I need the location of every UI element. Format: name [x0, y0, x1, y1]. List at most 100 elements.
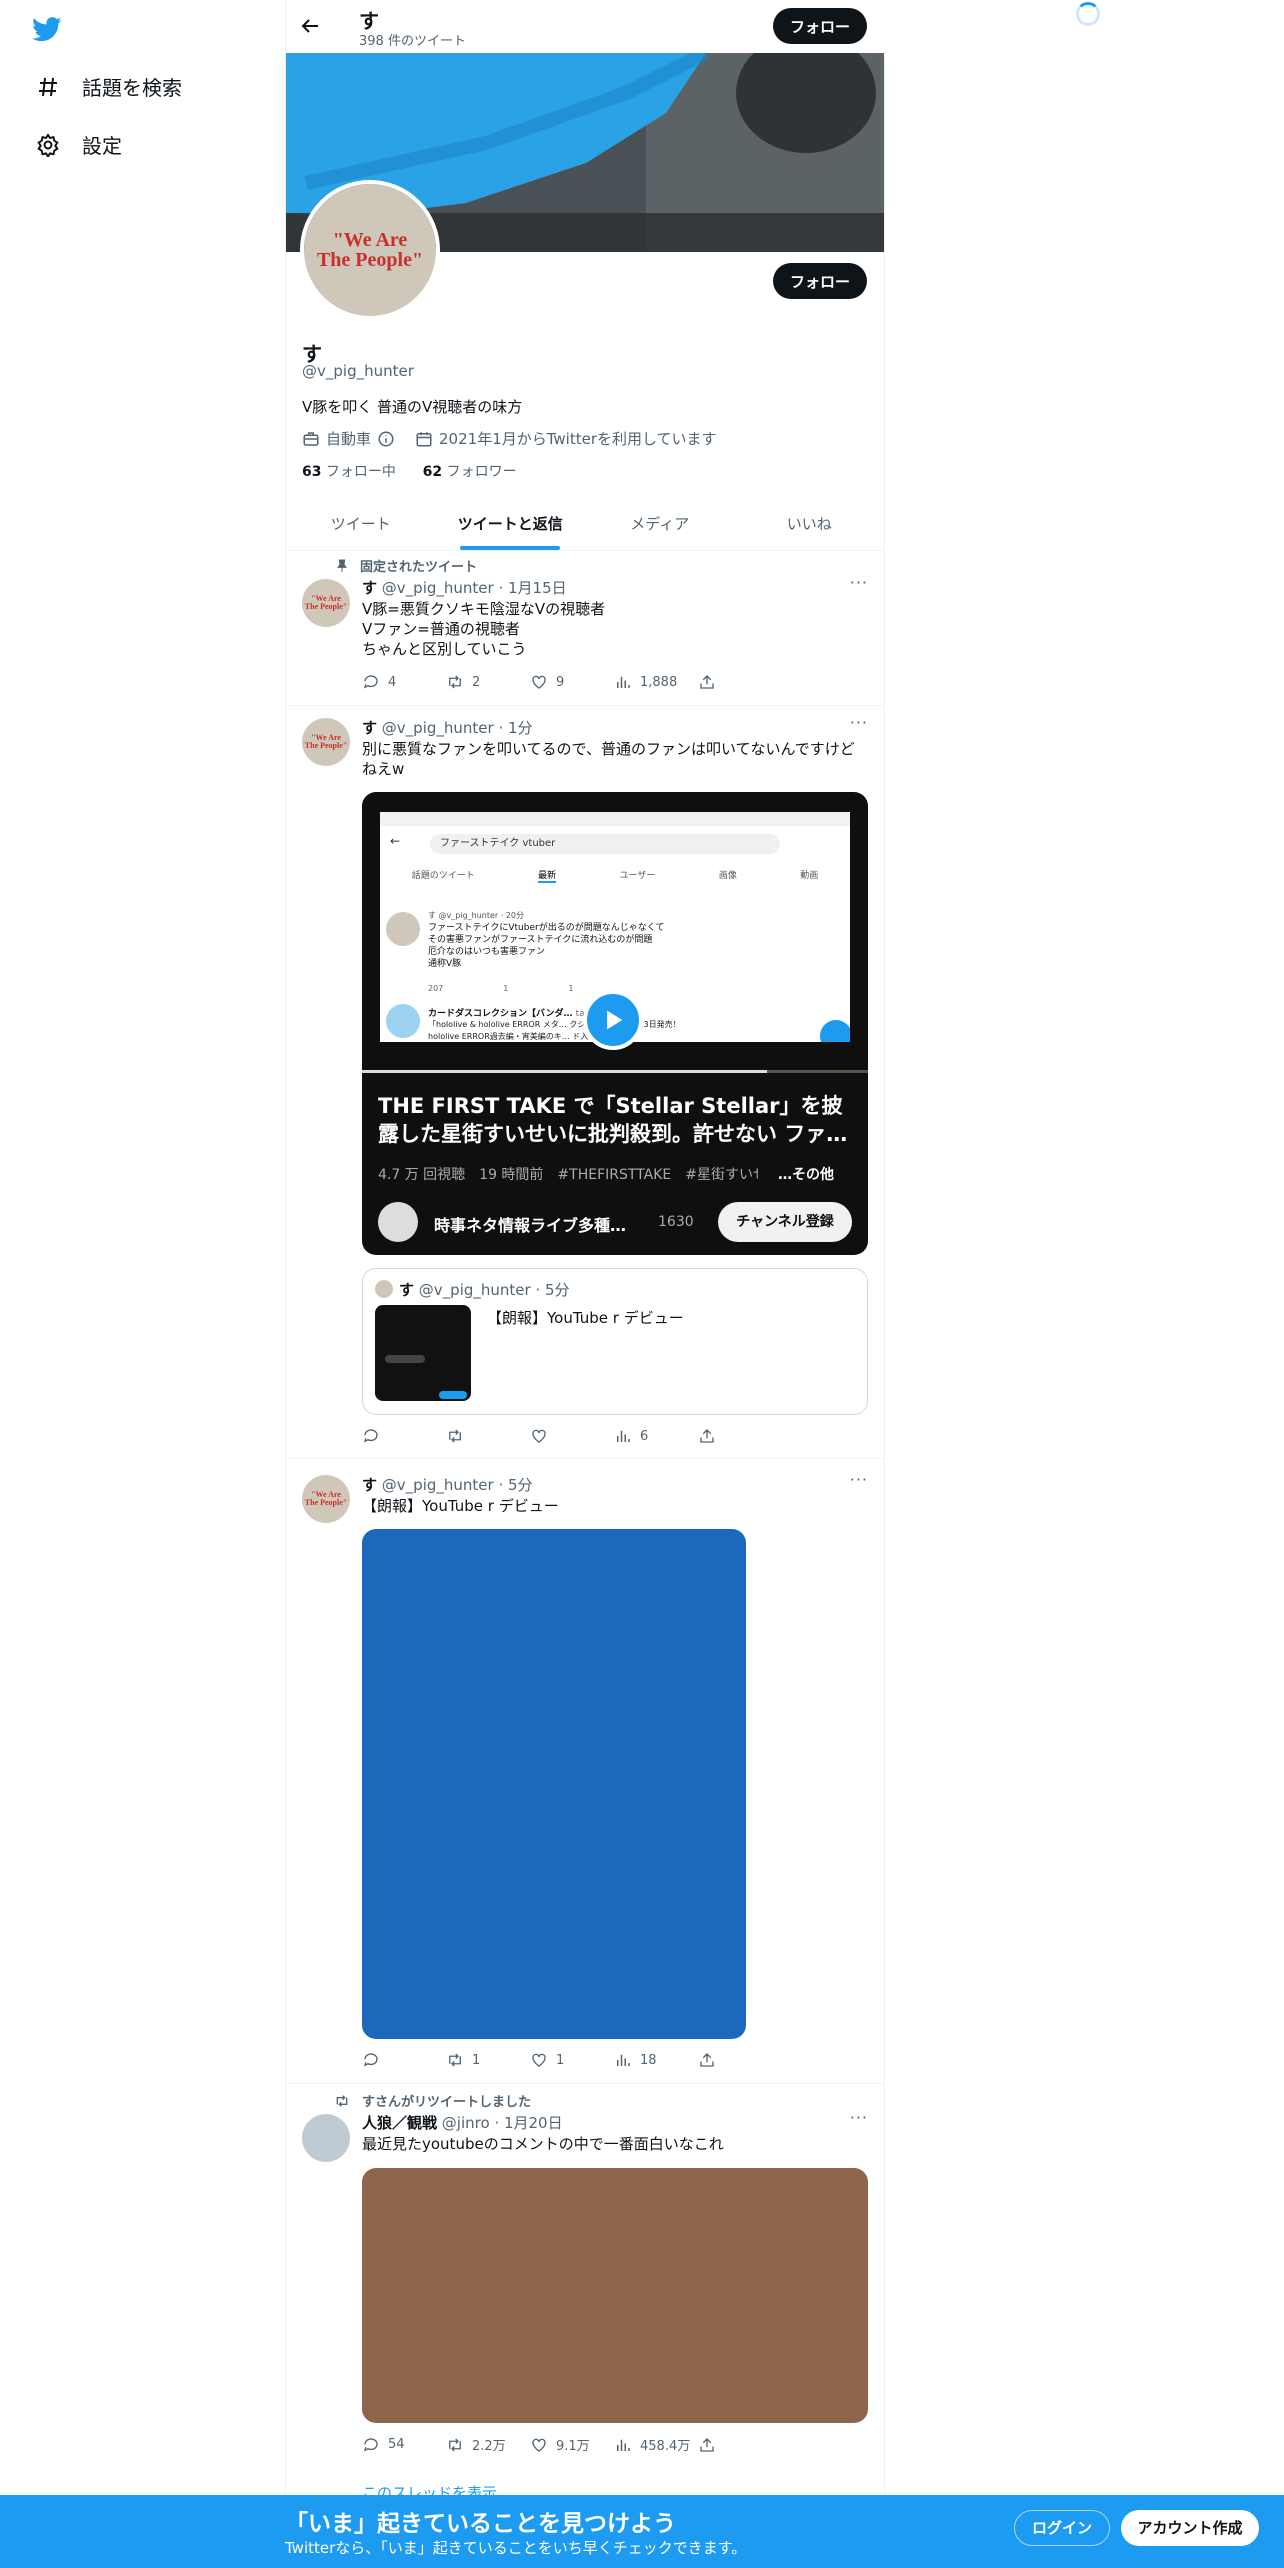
tweet-author-handle[interactable]: @jinro — [442, 2114, 490, 2132]
tab-likes[interactable]: いいね — [735, 498, 885, 550]
views-button[interactable]: 458.4万 — [614, 2435, 698, 2454]
analytics-icon — [617, 676, 630, 688]
reply-button[interactable]: 54 — [362, 2435, 446, 2454]
header-follow-button[interactable]: フォロー — [773, 8, 867, 44]
following-link[interactable]: 63 フォロー中 — [302, 464, 396, 480]
more-options-icon[interactable]: ··· — [850, 713, 868, 732]
tweet-time[interactable]: · 5分 — [498, 1476, 532, 1494]
reply-button[interactable] — [362, 2051, 446, 2069]
retweet-button[interactable]: 2.2万 — [446, 2435, 530, 2454]
login-button[interactable]: ログイン — [1014, 2510, 1110, 2546]
like-button[interactable]: 9.1万 — [530, 2435, 614, 2454]
share-button[interactable] — [698, 2435, 782, 2454]
sidebar-item-label: 話題を検索 — [82, 76, 182, 100]
like-button[interactable] — [530, 1427, 614, 1445]
screen-search-text: ファーストテイク vtuber — [430, 834, 780, 854]
profile-meta: 自動車 2021年1月からTwitterを利用しています — [302, 428, 717, 449]
pinned-label: 固定されたツイート — [360, 560, 478, 575]
tweet-actions: 6 — [362, 1427, 782, 1445]
heart-icon — [532, 2053, 546, 2067]
tweet-author-name[interactable]: す — [362, 719, 377, 737]
like-button[interactable]: 1 — [530, 2051, 614, 2069]
following-count: 63 — [302, 464, 322, 480]
info-icon[interactable] — [377, 430, 395, 448]
tweet-image[interactable] — [362, 2168, 868, 2423]
reply-button[interactable] — [362, 1427, 446, 1445]
tab-tweets[interactable]: ツイート — [286, 498, 436, 550]
tweet-author-handle[interactable]: @v_pig_hunter — [382, 579, 494, 597]
more-options-icon[interactable]: ··· — [850, 573, 868, 592]
quote-avatar — [375, 1280, 393, 1298]
analytics-icon — [617, 2439, 630, 2451]
tweet-author-name[interactable]: 人狼／観戦 — [362, 2114, 437, 2132]
retweet-button[interactable] — [446, 1427, 530, 1445]
sidebar-item-explore[interactable]: 話題を検索 — [36, 72, 182, 101]
profile-avatar[interactable]: "We Are The People" — [300, 180, 440, 320]
tweet-time[interactable]: · 1月15日 — [498, 579, 566, 597]
views-button[interactable]: 1,888 — [614, 673, 698, 691]
reply-button[interactable]: 4 — [362, 673, 446, 691]
pin-icon — [337, 559, 347, 572]
views-button[interactable]: 18 — [614, 2051, 698, 2069]
sidebar-item-settings[interactable]: 設定 — [36, 130, 122, 159]
retweet-button[interactable]: 1 — [446, 2051, 530, 2069]
share-button[interactable] — [698, 673, 782, 691]
avatar[interactable]: "We Are The People" — [302, 718, 350, 766]
followers-link[interactable]: 62 フォロワー — [423, 464, 517, 480]
retweeted-by-label[interactable]: すさんがリツイートしました — [362, 2091, 531, 2110]
tweet-author-name[interactable]: す — [362, 1476, 377, 1494]
subscribe-button[interactable]: チャンネル登録 — [718, 1202, 852, 1242]
avatar[interactable]: "We Are The People" — [302, 579, 350, 627]
video-title[interactable]: THE FIRST TAKE で「Stellar Stellar」を披露した星街… — [378, 1092, 858, 1148]
avatar[interactable]: "We Are The People" — [302, 1475, 350, 1523]
tweet-author-name[interactable]: す — [362, 579, 377, 597]
more-options-icon[interactable]: ··· — [850, 1470, 868, 1489]
quoted-tweet[interactable]: す @v_pig_hunter · 5分 【朗報】YouTube r デビュー — [362, 1268, 868, 1415]
tweet-header: 人狼／観戦 @jinro · 1月20日 — [362, 2112, 563, 2133]
tweet-time[interactable]: · 1月20日 — [494, 2114, 562, 2132]
play-button[interactable] — [583, 990, 643, 1050]
tweet[interactable]: 固定されたツイート "We Are The People" す @v_pig_hu… — [286, 551, 884, 706]
twitter-logo-icon[interactable] — [32, 14, 62, 44]
retweet-icon — [449, 2438, 461, 2451]
followers-count: 62 — [422, 464, 443, 480]
calendar-icon — [416, 431, 432, 446]
tweet-header: す @v_pig_hunter · 1月15日 — [362, 577, 567, 598]
quote-text: 【朗報】YouTube r デビュー — [487, 1309, 684, 1327]
tweet-image[interactable] — [362, 1529, 746, 2039]
more-options-icon[interactable]: ··· — [850, 2108, 868, 2127]
tweet-header: す @v_pig_hunter · 1分 — [362, 717, 533, 738]
retweet-button[interactable]: 2 — [446, 673, 530, 691]
tweet-actions: 1 1 18 — [362, 2051, 782, 2069]
retweet-indicator: すさんがリツイートしました — [334, 2091, 531, 2110]
video-meta: 4.7 万 回視聴 19 時間前 #THEFIRSTTAKE #星街すいせ — [378, 1167, 758, 1183]
tweet-author-handle[interactable]: @v_pig_hunter — [382, 719, 494, 737]
like-button[interactable]: 9 — [530, 673, 614, 691]
avatar[interactable] — [302, 2114, 350, 2162]
channel-avatar[interactable] — [378, 1202, 418, 1242]
tab-tweets-and-replies[interactable]: ツイートと返信 — [436, 498, 586, 550]
follow-button[interactable]: フォロー — [773, 263, 867, 299]
play-icon — [607, 1010, 623, 1030]
banner-title: 「いま」起きていることを見つけよう — [285, 2511, 676, 2537]
profile-header-bar: す 398 件のツイート フォロー — [286, 0, 886, 53]
signup-button[interactable]: アカウント作成 — [1121, 2510, 1259, 2546]
tweet-time[interactable]: · 1分 — [498, 719, 532, 737]
tweet-actions: 4 2 9 1,888 — [362, 673, 782, 691]
tweet-header: す @v_pig_hunter · 5分 — [362, 1474, 533, 1495]
back-arrow-icon[interactable] — [298, 14, 322, 38]
views-button[interactable]: 6 — [614, 1427, 698, 1445]
tab-media[interactable]: メディア — [585, 498, 735, 550]
tweet-author-handle[interactable]: @v_pig_hunter — [382, 1476, 494, 1494]
video-more-link[interactable]: …その他 — [778, 1164, 834, 1184]
share-button[interactable] — [698, 2051, 782, 2069]
channel-name[interactable]: 時事ネタ情報ライブ多種… — [434, 1212, 626, 1236]
reply-icon — [363, 2437, 378, 2452]
sidebar-item-label: 設定 — [82, 134, 122, 158]
share-button[interactable] — [698, 1427, 782, 1445]
share-icon — [700, 2437, 714, 2452]
avatar-text: "We Are — [332, 229, 408, 251]
followers-label: フォロワー — [442, 464, 517, 480]
profile-follow-counts: 63 フォロー中 62 フォロワー — [302, 461, 517, 481]
youtube-video-card[interactable]: ← ファーストテイク vtuber 話題のツイート 最新 ユーザー 画像 動画 す @v… — [362, 792, 868, 1255]
